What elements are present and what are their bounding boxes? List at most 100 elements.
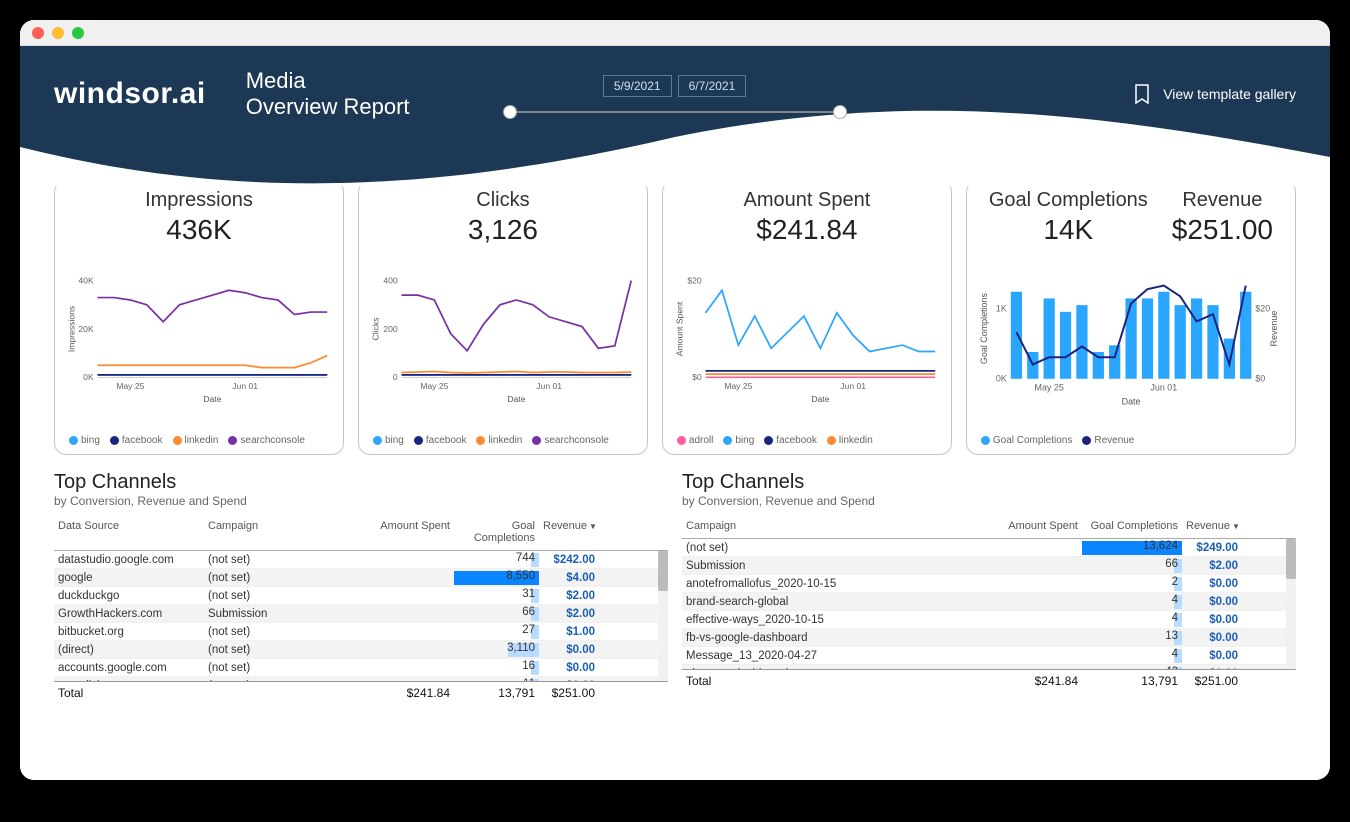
svg-text:$0: $0 [1255,374,1265,384]
table-row[interactable]: fb-vs-google-dashboard13$0.00 [682,629,1296,647]
svg-text:Date: Date [203,394,221,404]
report-title: Media Overview Report [246,68,410,121]
kpi-value: $241.84 [673,214,941,246]
table-left: Top Channels by Conversion, Revenue and … [54,471,668,704]
table-row[interactable]: effective-ways_2020-10-154$0.00 [682,611,1296,629]
scrollbar[interactable] [1286,539,1296,669]
table-row[interactable]: GrowthHackers.comSubmission66$2.00 [54,605,668,623]
close-icon[interactable] [32,27,44,39]
bookmark-icon [1135,84,1149,104]
svg-text:Goal Completions: Goal Completions [979,293,989,365]
table-row[interactable]: (direct)(not set)3,110$0.00 [54,641,668,659]
svg-text:$20: $20 [1255,303,1270,313]
date-from[interactable]: 5/9/2021 [603,75,672,97]
maximize-icon[interactable] [72,27,84,39]
kpi-value: 14K [989,214,1148,246]
svg-text:$0: $0 [692,372,702,382]
svg-text:Impressions: Impressions [67,306,77,352]
table-subtitle: by Conversion, Revenue and Spend [54,494,668,508]
svg-text:40K: 40K [78,276,94,286]
table-body[interactable]: (not set)13,624$249.00Submission66$2.00a… [682,539,1296,669]
svg-text:Date: Date [811,394,829,404]
svg-text:0K: 0K [996,374,1007,384]
svg-text:Clicks: Clicks [371,317,381,340]
legend: Goal CompletionsRevenue [977,433,1285,448]
date-to[interactable]: 6/7/2021 [678,75,747,97]
table-header: CampaignAmount SpentGoal CompletionsReve… [682,514,1296,539]
svg-text:$20: $20 [687,276,702,286]
slider-handle-right[interactable] [833,105,847,119]
chart-impressions[interactable]: 0K 20K 40K May 25 Jun 01 Date Impressions [65,246,333,433]
kpi-label: Impressions [65,189,333,212]
table-row[interactable]: (not set)13,624$249.00 [682,539,1296,557]
kpi-label: Amount Spent [673,189,941,212]
svg-text:Date: Date [507,394,525,404]
table-row[interactable]: bitbucket.org(not set)27$1.00 [54,623,668,641]
legend: adrollbingfacebooklinkedin [673,433,941,448]
svg-text:1K: 1K [996,303,1007,313]
dashboard: windsor.ai Media Overview Report 5/9/202… [20,46,1330,780]
table-total: Total$241.8413,791$251.00 [54,681,668,704]
tables-section: Top Channels by Conversion, Revenue and … [20,455,1330,704]
svg-text:200: 200 [383,324,398,334]
slider-handle-left[interactable] [503,105,517,119]
app-window: windsor.ai Media Overview Report 5/9/202… [20,20,1330,780]
logo: windsor.ai [54,77,206,111]
table-row[interactable]: google(not set)8,550$4.00 [54,569,668,587]
svg-text:Jun 01: Jun 01 [232,381,258,391]
table-row[interactable]: accounts.google.com(not set)16$0.00 [54,659,668,677]
kpi-label: Goal Completions [989,189,1148,212]
svg-text:Revenue: Revenue [1269,311,1279,347]
kpi-label: Revenue [1172,189,1273,212]
svg-text:Date: Date [1121,397,1140,407]
svg-text:Jun 01: Jun 01 [1150,383,1177,393]
svg-text:Amount Spent: Amount Spent [674,301,684,356]
table-row[interactable]: duckduckgo(not set)31$2.00 [54,587,668,605]
svg-text:Jun 01: Jun 01 [840,381,866,391]
minimize-icon[interactable] [52,27,64,39]
table-subtitle: by Conversion, Revenue and Spend [682,494,1296,508]
table-row[interactable]: Message_13_2020-04-274$0.00 [682,647,1296,665]
table-row[interactable]: brand-search-global4$0.00 [682,593,1296,611]
kpi-value: 3,126 [369,214,637,246]
kpi-value: 436K [65,214,333,246]
svg-text:0K: 0K [83,372,94,382]
chart-goal-revenue[interactable]: 0K 1K $0 $20 May 25 Jun 01 Date Goal Completion… [977,246,1285,433]
svg-text:Jun 01: Jun 01 [536,381,562,391]
card-goal-revenue: Goal Completions14K Revenue$251.00 0K1K$… [966,180,1296,455]
header: windsor.ai Media Overview Report 5/9/202… [20,46,1330,186]
table-row[interactable]: app.clickup.com(not set)11$0.00 [54,677,668,681]
titlebar [20,20,1330,46]
svg-text:20K: 20K [78,324,94,334]
date-range: 5/9/2021 6/7/2021 [510,75,840,113]
kpi-cards: Impressions436K 0K20K40KMay 25Jun 01Date… [20,180,1330,455]
table-title: Top Channels [54,471,668,494]
chart-clicks[interactable]: 0 200 400 May 25 Jun 01 Date Clicks [369,246,637,433]
date-slider[interactable] [510,111,840,113]
svg-text:May 25: May 25 [1034,383,1063,393]
table-right: Top Channels by Conversion, Revenue and … [682,471,1296,704]
table-body[interactable]: datastudio.google.com(not set)744$242.00… [54,551,668,681]
svg-text:400: 400 [383,276,398,286]
legend: bingfacebooklinkedinsearchconsole [65,433,333,448]
card-amount-spent: Amount Spent$241.84 $0$20May 25Jun 01Dat… [662,180,952,455]
template-gallery-link[interactable]: View template gallery [1135,84,1296,104]
table-title: Top Channels [682,471,1296,494]
svg-text:May 25: May 25 [116,381,144,391]
table-row[interactable]: anotefromallofus_2020-10-152$0.00 [682,575,1296,593]
table-row[interactable]: Submission66$2.00 [682,557,1296,575]
kpi-value: $251.00 [1172,214,1273,246]
table-total: Total$241.8413,791$251.00 [682,669,1296,692]
kpi-label: Clicks [369,189,637,212]
scrollbar[interactable] [658,551,668,681]
svg-text:May 25: May 25 [420,381,448,391]
table-header: Data SourceCampaignAmount SpentGoal Comp… [54,514,668,551]
card-impressions: Impressions436K 0K20K40KMay 25Jun 01Date… [54,180,344,455]
svg-text:0: 0 [393,372,398,382]
card-clicks: Clicks3,126 0200400May 25Jun 01DateClick… [358,180,648,455]
legend: bingfacebooklinkedinsearchconsole [369,433,637,448]
table-row[interactable]: datastudio.google.com(not set)744$242.00 [54,551,668,569]
svg-text:May 25: May 25 [724,381,752,391]
table-row[interactable]: pinterest-dashboard42$0.00 [682,665,1296,669]
chart-amount-spent[interactable]: $0 $20 May 25 Jun 01 Date Amount Spent [673,246,941,433]
